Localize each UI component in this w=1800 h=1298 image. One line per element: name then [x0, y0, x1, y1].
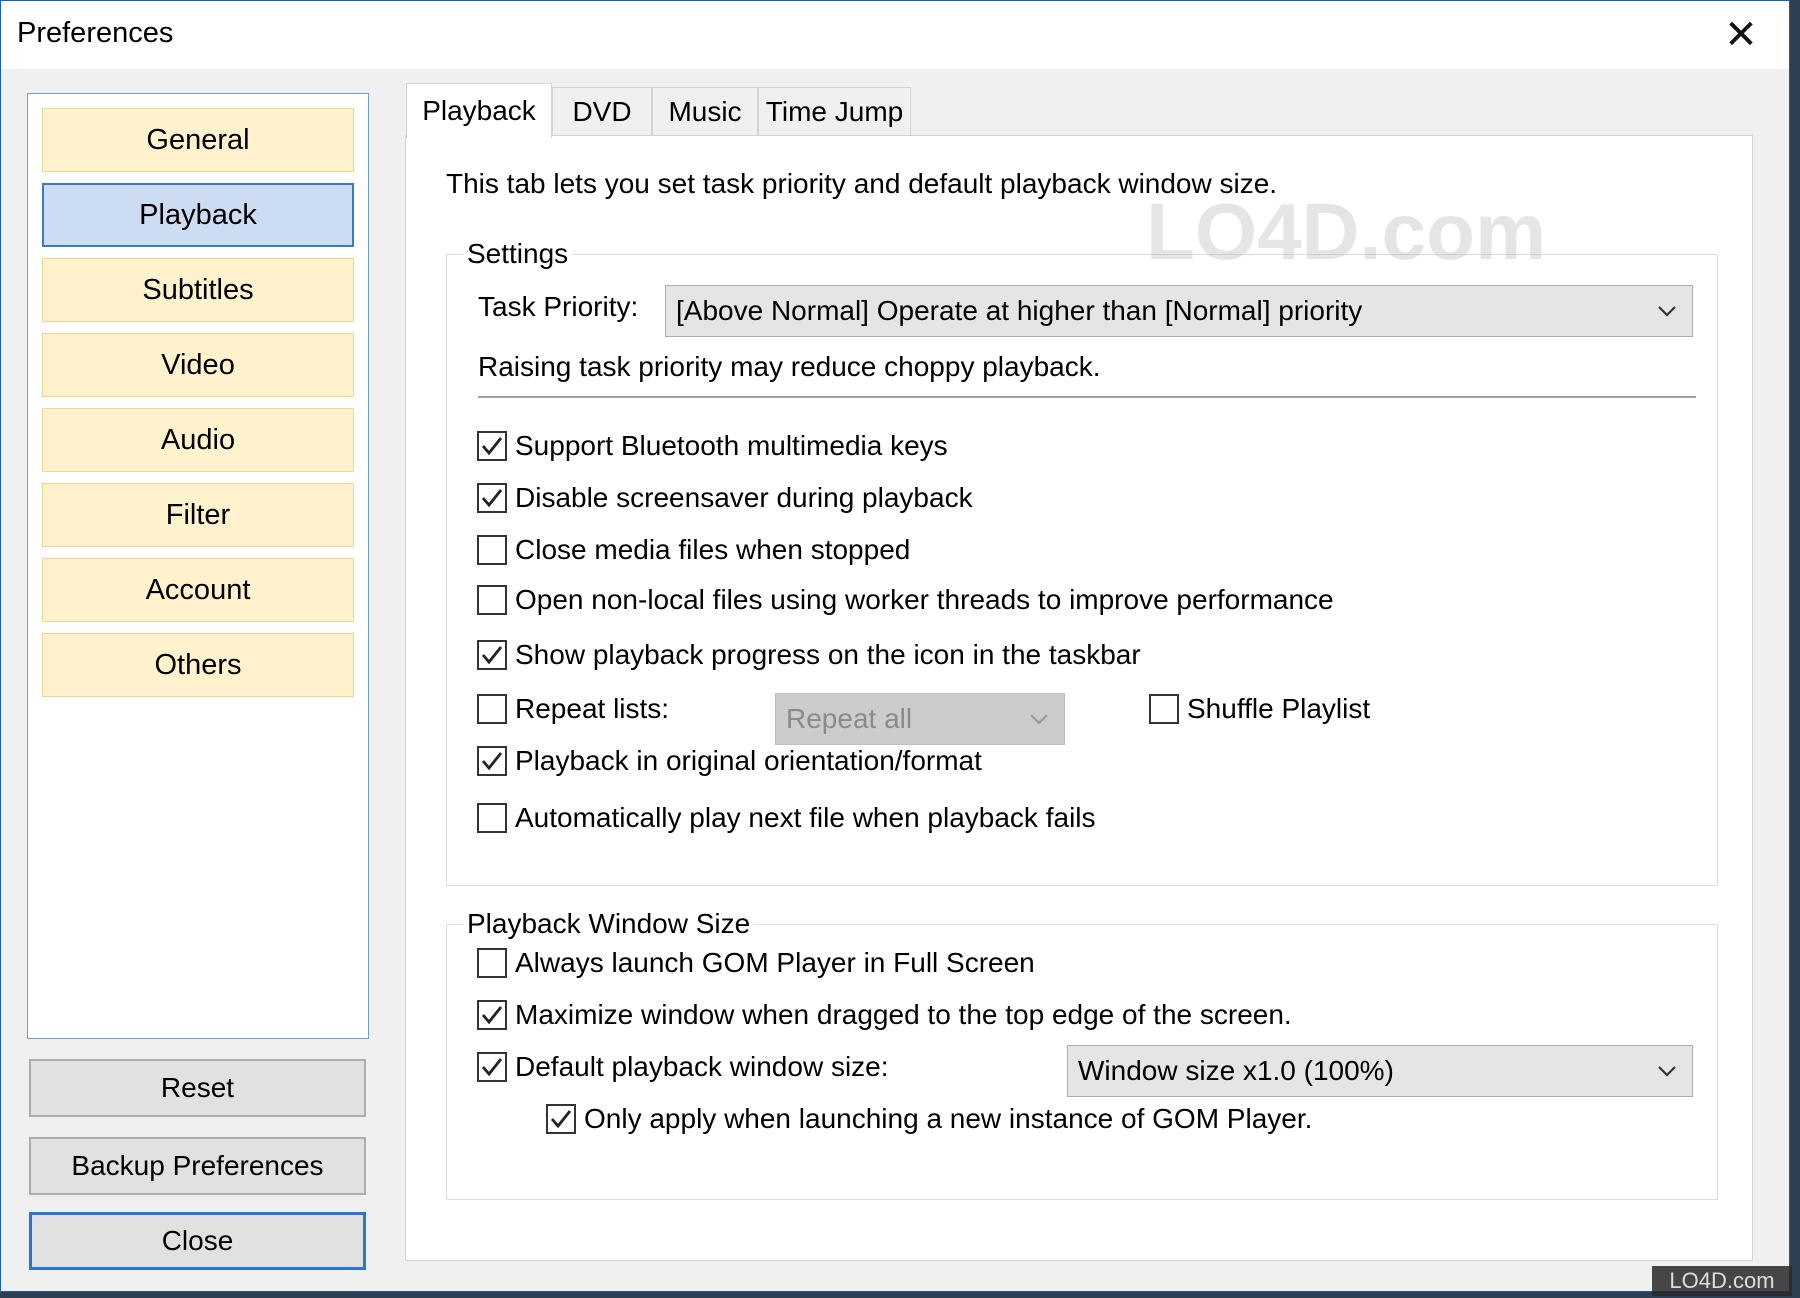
check-icon [481, 437, 503, 456]
priority-note: Raising task priority may reduce choppy … [478, 351, 1101, 382]
check-icon [481, 1058, 503, 1077]
checkbox[interactable] [477, 948, 507, 978]
tab-label: Playback [422, 95, 536, 126]
option-label: Default playback window size: [515, 1051, 889, 1082]
tab-time-jump[interactable]: Time Jump [758, 87, 911, 135]
nav-item-label: Filter [165, 498, 231, 531]
option-label: Disable screensaver during playback [515, 482, 973, 513]
option-label: Maximize window when dragged to the top … [515, 999, 1292, 1030]
task-priority-dropdown[interactable]: [Above Normal] Operate at higher than [N… [665, 285, 1693, 337]
option-maximize-on-drag[interactable]: Maximize window when dragged to the top … [477, 999, 1292, 1031]
window-size-dropdown[interactable]: Window size x1.0 (100%) [1067, 1045, 1693, 1097]
option-taskbar-progress[interactable]: Show playback progress on the icon in th… [477, 639, 1141, 671]
option-bluetooth-keys[interactable]: Support Bluetooth multimedia keys [477, 430, 948, 462]
watermark-logo: LO4D.com [1146, 187, 1547, 276]
option-new-instance-only[interactable]: Only apply when launching a new instance… [546, 1103, 1312, 1135]
reset-button[interactable]: Reset [29, 1059, 366, 1117]
tab-playback[interactable]: Playback [406, 83, 552, 138]
nav-item-account[interactable]: Account [42, 558, 354, 622]
option-label: Close media files when stopped [515, 534, 911, 565]
checkbox[interactable] [477, 1052, 507, 1082]
window-title: Preferences [17, 17, 174, 49]
tab-music[interactable]: Music [652, 87, 758, 135]
nav-item-label: Audio [160, 423, 236, 456]
settings-group-legend: Settings [463, 238, 573, 270]
nav-item-label: Others [154, 648, 242, 681]
check-icon [481, 752, 503, 771]
nav-item-others[interactable]: Others [42, 633, 354, 697]
nav-item-subtitles[interactable]: Subtitles [42, 258, 354, 322]
tab-dvd[interactable]: DVD [552, 87, 652, 135]
tab-label: DVD [572, 95, 632, 127]
nav-item-general[interactable]: General [42, 108, 354, 172]
option-label: Show playback progress on the icon in th… [515, 639, 1141, 670]
option-original-orientation[interactable]: Playback in original orientation/format [477, 745, 982, 777]
option-label: Open non-local files using worker thread… [515, 584, 1334, 615]
option-label: Repeat lists: [515, 693, 670, 724]
checkbox[interactable] [477, 431, 507, 461]
repeat-mode-value: Repeat all [786, 703, 913, 734]
check-icon [481, 1006, 503, 1025]
nav-item-label: Subtitles [142, 273, 254, 306]
nav-item-label: Account [145, 573, 251, 606]
chevron-down-icon [1658, 1066, 1676, 1077]
nav-item-label: General [146, 123, 250, 156]
close-button[interactable]: Close [29, 1212, 366, 1270]
option-full-screen[interactable]: Always launch GOM Player in Full Screen [477, 947, 1035, 979]
tab-label: Time Jump [765, 95, 904, 127]
checkbox[interactable] [477, 746, 507, 776]
check-icon [481, 646, 503, 665]
checkbox[interactable] [477, 803, 507, 833]
nav-item-label: Playback [139, 198, 257, 231]
option-repeat-lists[interactable]: Repeat lists: [477, 693, 669, 725]
playback-tab-page: This tab lets you set task priority and … [405, 135, 1753, 1261]
title-bar[interactable]: Preferences ✕ [1, 1, 1789, 69]
option-close-media[interactable]: Close media files when stopped [477, 534, 910, 566]
preferences-window: Preferences ✕ General Playback Subtitles… [0, 0, 1790, 1292]
option-worker-threads[interactable]: Open non-local files using worker thread… [477, 584, 1334, 616]
check-icon [481, 489, 503, 508]
chevron-down-icon [1658, 306, 1676, 317]
checkbox[interactable] [477, 483, 507, 513]
checkbox[interactable] [546, 1104, 576, 1134]
category-list: General Playback Subtitles Video Audio F… [27, 93, 369, 1039]
settings-group [446, 254, 1718, 886]
window-size-value: Window size x1.0 (100%) [1078, 1055, 1394, 1086]
checkbox[interactable] [477, 1000, 507, 1030]
nav-item-audio[interactable]: Audio [42, 408, 354, 472]
nav-item-filter[interactable]: Filter [42, 483, 354, 547]
close-window-icon[interactable]: ✕ [1713, 7, 1769, 63]
window-size-group-legend: Playback Window Size [463, 908, 755, 940]
chevron-down-icon [1030, 714, 1048, 725]
tab-label: Music [668, 95, 742, 127]
separator [478, 396, 1696, 398]
option-disable-screensaver[interactable]: Disable screensaver during playback [477, 482, 973, 514]
option-default-window-size[interactable]: Default playback window size: [477, 1051, 889, 1083]
option-label: Only apply when launching a new instance… [584, 1103, 1313, 1134]
checkbox[interactable] [477, 694, 507, 724]
task-priority-value: [Above Normal] Operate at higher than [N… [676, 295, 1363, 326]
option-auto-play-next[interactable]: Automatically play next file when playba… [477, 802, 1096, 834]
option-label: Automatically play next file when playba… [515, 802, 1096, 833]
backup-preferences-button[interactable]: Backup Preferences [29, 1137, 366, 1195]
checkbox[interactable] [477, 535, 507, 565]
checkbox[interactable] [1149, 694, 1179, 724]
task-priority-label: Task Priority: [478, 291, 639, 322]
option-label: Playback in original orientation/format [515, 745, 982, 776]
nav-item-video[interactable]: Video [42, 333, 354, 397]
option-label: Support Bluetooth multimedia keys [515, 430, 948, 461]
repeat-mode-dropdown[interactable]: Repeat all [775, 693, 1065, 745]
corner-watermark: LO4D.com [1652, 1266, 1792, 1296]
option-shuffle-playlist[interactable]: Shuffle Playlist [1149, 693, 1370, 725]
option-label: Always launch GOM Player in Full Screen [515, 947, 1035, 978]
check-icon [550, 1110, 572, 1129]
checkbox[interactable] [477, 640, 507, 670]
nav-item-playback[interactable]: Playback [42, 183, 354, 247]
checkbox[interactable] [477, 585, 507, 615]
option-label: Shuffle Playlist [1187, 693, 1371, 724]
nav-item-label: Video [161, 348, 235, 381]
